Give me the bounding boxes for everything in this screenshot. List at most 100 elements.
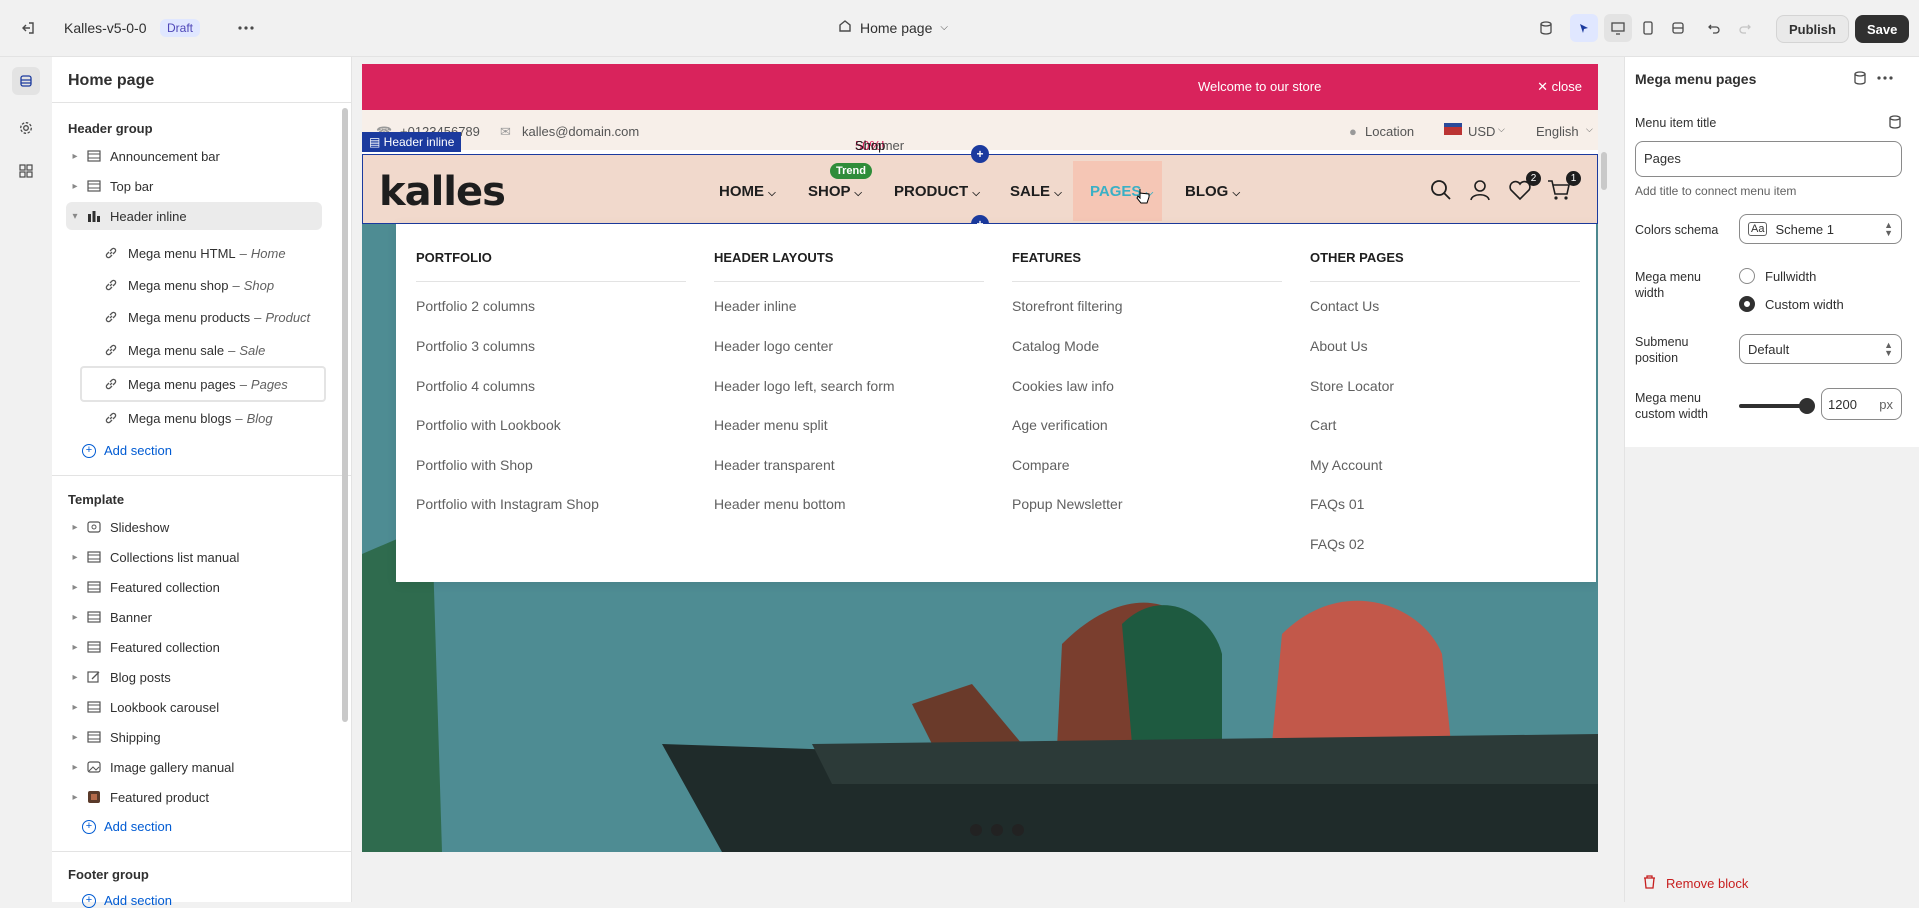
mega-link[interactable]: Cart (1310, 417, 1336, 433)
mega-link[interactable]: Portfolio 4 columns (416, 378, 535, 394)
mega-link[interactable]: Popup Newsletter (1012, 496, 1123, 512)
chevron-right-icon[interactable]: ▸ (66, 672, 84, 683)
section-lookbook-carousel[interactable]: ▸ Lookbook carousel (66, 693, 322, 721)
mega-link[interactable]: Catalog Mode (1012, 338, 1099, 354)
mega-link[interactable]: My Account (1310, 457, 1382, 473)
custom-width-input[interactable]: 1200 px (1821, 388, 1902, 420)
section-header-inline[interactable]: ▾ Header inline (66, 202, 322, 230)
desktop-icon[interactable] (1604, 14, 1632, 42)
chevron-right-icon[interactable]: ▸ (66, 151, 84, 162)
mega-link[interactable]: Header menu bottom (714, 496, 846, 512)
section-image-gallery-manual[interactable]: ▸ Image gallery manual (66, 753, 322, 781)
mega-link[interactable]: Portfolio with Instagram Shop (416, 496, 599, 512)
mega-link[interactable]: Header menu split (714, 417, 828, 433)
section-featured-product[interactable]: ▸ Featured product (66, 783, 322, 811)
section-top-bar[interactable]: ▸ Top bar (66, 172, 322, 200)
chevron-right-icon[interactable]: ▸ (66, 702, 84, 713)
block-mega-menu-products[interactable]: Mega menu products – Product (80, 301, 326, 333)
width-slider-track[interactable] (1739, 404, 1808, 408)
location-link[interactable]: Location (1365, 124, 1414, 139)
add-section-template[interactable]: + Add section (82, 819, 172, 834)
slide-dot[interactable] (1012, 824, 1024, 836)
announcement-close[interactable]: ✕ close (1537, 79, 1582, 95)
exit-icon[interactable] (14, 14, 42, 42)
block-mega-menu-sale[interactable]: Mega menu sale – Sale (80, 334, 326, 366)
chevron-right-icon[interactable]: ▸ (66, 552, 84, 563)
chevron-right-icon[interactable]: ▸ (66, 792, 84, 803)
chevron-right-icon[interactable]: ▸ (66, 612, 84, 623)
slide-dot[interactable] (970, 824, 982, 836)
nav-product[interactable]: PRODUCT ⌵ (894, 183, 980, 200)
mega-link[interactable]: Header inline (714, 298, 797, 314)
mega-link[interactable]: Age verification (1012, 417, 1108, 433)
chevron-right-icon[interactable]: ▸ (66, 582, 84, 593)
block-mega-menu-html[interactable]: Mega menu HTML – Home (80, 237, 326, 269)
mega-link[interactable]: Portfolio with Shop (416, 457, 533, 473)
section-announcement-bar[interactable]: ▸ Announcement bar (66, 142, 322, 170)
nav-home[interactable]: HOME ⌵ (719, 183, 776, 200)
account-icon[interactable] (1470, 179, 1490, 204)
mega-link[interactable]: Header logo left, search form (714, 378, 895, 394)
mega-link[interactable]: FAQs 02 (1310, 536, 1364, 552)
fullscreen-icon[interactable] (1664, 14, 1692, 42)
mega-link[interactable]: About Us (1310, 338, 1368, 354)
chevron-right-icon[interactable]: ▸ (66, 642, 84, 653)
submenu-position-select[interactable]: Default ▲ ▼ (1739, 334, 1902, 364)
mega-link[interactable]: Header logo center (714, 338, 833, 354)
sections-icon[interactable] (12, 67, 40, 95)
menu-item-title-input[interactable]: Pages (1635, 141, 1902, 177)
width-slider-thumb[interactable] (1799, 398, 1816, 414)
remove-block-button[interactable]: Remove block (1643, 875, 1748, 892)
currency-select[interactable]: USD (1468, 124, 1495, 139)
add-section-footer[interactable]: + Add section (82, 893, 172, 908)
section-shipping[interactable]: ▸ Shipping (66, 723, 322, 751)
apps-icon[interactable] (12, 157, 40, 185)
nav-blog[interactable]: BLOG ⌵ (1185, 183, 1240, 200)
publish-button[interactable]: Publish (1776, 15, 1849, 43)
dynamic-source-icon[interactable] (1888, 115, 1902, 132)
nav-shop[interactable]: SHOP ⌵ (808, 183, 862, 200)
search-icon[interactable] (1430, 179, 1452, 204)
redo-icon[interactable] (1731, 14, 1759, 42)
sidebar-scrollbar[interactable] (342, 108, 348, 722)
mega-link[interactable]: Compare (1012, 457, 1070, 473)
radio-fullwidth[interactable]: Fullwidth (1739, 268, 1816, 284)
section-featured-collection[interactable]: ▸ Featured collection (66, 573, 322, 601)
block-mega-menu-pages[interactable]: Mega menu pages – Pages (82, 368, 324, 400)
mega-link[interactable]: Portfolio with Lookbook (416, 417, 561, 433)
add-block-top-icon[interactable]: + (971, 145, 989, 163)
more-icon[interactable] (232, 14, 260, 42)
page-selector[interactable]: Home page ⌵ (838, 19, 948, 36)
mobile-icon[interactable] (1634, 14, 1662, 42)
chevron-right-icon[interactable]: ▸ (66, 522, 84, 533)
section-banner[interactable]: ▸ Banner (66, 603, 322, 631)
mega-link[interactable]: Portfolio 2 columns (416, 298, 535, 314)
mega-link[interactable]: FAQs 01 (1310, 496, 1364, 512)
settings-gear-icon[interactable] (12, 114, 40, 142)
mega-link[interactable]: Portfolio 3 columns (416, 338, 535, 354)
database-icon[interactable] (1853, 71, 1867, 88)
store-logo[interactable]: kalles (379, 169, 506, 215)
chevron-right-icon[interactable]: ▸ (66, 181, 84, 192)
block-mega-menu-shop[interactable]: Mega menu shop – Shop (80, 269, 326, 301)
more-icon[interactable] (1877, 71, 1893, 88)
chevron-right-icon[interactable]: ▸ (66, 732, 84, 743)
mega-link[interactable]: Storefront filtering (1012, 298, 1123, 314)
slide-dot[interactable] (991, 824, 1003, 836)
database-icon[interactable] (1532, 14, 1560, 42)
add-section-header[interactable]: + Add section (82, 443, 172, 458)
language-select[interactable]: English (1536, 124, 1579, 139)
email-link[interactable]: kalles@domain.com (522, 124, 639, 139)
mega-link[interactable]: Contact Us (1310, 298, 1379, 314)
mega-link[interactable]: Store Locator (1310, 378, 1394, 394)
section-collections-list-manual[interactable]: ▸ Collections list manual (66, 543, 322, 571)
chevron-right-icon[interactable]: ▸ (66, 762, 84, 773)
radio-custom-width[interactable]: Custom width (1739, 296, 1844, 312)
block-mega-menu-blogs[interactable]: Mega menu blogs – Blog (80, 402, 326, 434)
undo-icon[interactable] (1700, 14, 1728, 42)
section-featured-collection-2[interactable]: ▸ Featured collection (66, 633, 322, 661)
mega-link[interactable]: Header transparent (714, 457, 835, 473)
section-blog-posts[interactable]: ▸ Blog posts (66, 663, 322, 691)
select-tool-icon[interactable] (1570, 14, 1598, 42)
section-slideshow[interactable]: ▸ Slideshow (66, 513, 322, 541)
